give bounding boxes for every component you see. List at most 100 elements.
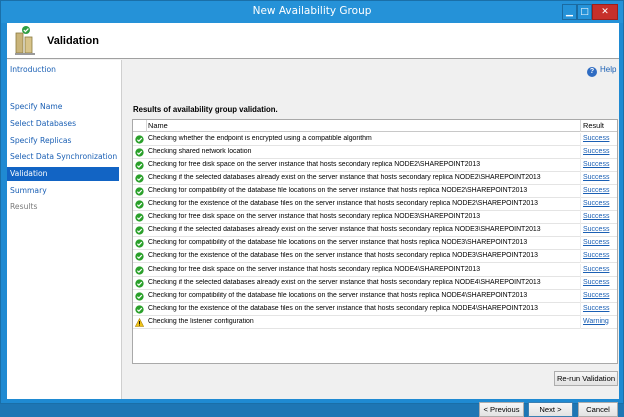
help-link[interactable]: ? Help (587, 65, 616, 77)
table-row[interactable]: Checking for the existence of the databa… (133, 302, 617, 316)
nav-item-select-databases[interactable]: Select Databases (7, 117, 119, 131)
column-header-name[interactable]: Name (148, 121, 168, 130)
nav-item-summary[interactable]: Summary (7, 184, 119, 198)
row-result-link[interactable]: Success (583, 266, 609, 273)
close-button[interactable]: ✕ (592, 4, 618, 20)
column-separator (580, 211, 581, 225)
row-result-link[interactable]: Success (583, 292, 609, 299)
column-separator (580, 224, 581, 238)
column-separator (580, 237, 581, 251)
row-name: Checking for the existence of the databa… (148, 200, 538, 208)
column-separator (580, 172, 581, 186)
wizard-navigation: Introduction Specify Name Select Databas… (7, 60, 122, 399)
success-check-icon (135, 174, 144, 183)
maximize-button[interactable]: □ (577, 4, 592, 20)
page-title: Validation (47, 35, 99, 47)
row-name: Checking for free disk space on the serv… (148, 161, 481, 169)
nav-item-results: Results (10, 202, 38, 211)
column-separator (580, 198, 581, 212)
table-row[interactable]: Checking shared network location Success (133, 146, 617, 160)
nav-item-specify-replicas[interactable]: Specify Replicas (7, 134, 119, 148)
main-panel: ? Help Results of availability group vali… (123, 60, 619, 417)
rerun-validation-button[interactable]: Re-run Validation (554, 371, 618, 386)
success-check-icon (135, 291, 144, 301)
next-button[interactable]: Next > (528, 402, 573, 417)
cancel-button[interactable]: Cancel (578, 402, 618, 417)
row-name: Checking for free disk space on the serv… (148, 265, 481, 273)
row-result-link[interactable]: Success (583, 200, 609, 207)
column-separator (146, 120, 147, 132)
row-result-link[interactable]: Success (583, 252, 609, 259)
help-icon: ? (587, 67, 597, 77)
row-name: Checking whether the endpoint is encrypt… (148, 135, 372, 142)
success-check-icon (135, 239, 144, 249)
success-check-icon (135, 187, 144, 196)
nav-item-validation[interactable]: Validation (7, 167, 119, 181)
window-title: New Availability Group (252, 5, 372, 17)
column-separator (580, 185, 581, 199)
table-row[interactable]: Checking for free disk space on the serv… (133, 263, 617, 277)
row-name: Checking for the existence of the databa… (148, 252, 538, 260)
success-check-icon (135, 278, 144, 288)
nav-item-specify-name[interactable]: Specify Name (7, 100, 119, 114)
previous-button[interactable]: < Previous (479, 402, 524, 417)
table-row[interactable]: Checking for the existence of the databa… (133, 250, 617, 264)
table-row[interactable]: Checking for free disk space on the serv… (133, 159, 617, 173)
row-name: Checking for compatibility of the databa… (148, 291, 528, 299)
column-separator (580, 276, 581, 290)
row-name: Checking for compatibility of the databa… (148, 239, 528, 247)
column-separator (580, 302, 581, 316)
wizard-page-icon (15, 26, 35, 55)
row-name: Checking the listener configuration (148, 317, 254, 325)
row-result-link[interactable]: Success (583, 148, 609, 155)
success-check-icon (135, 226, 144, 235)
section-label: Results of availability group validation… (133, 105, 278, 114)
row-result-link[interactable]: Success (583, 135, 609, 142)
column-separator (580, 146, 581, 160)
row-result-link[interactable]: Success (583, 239, 609, 246)
title-bar[interactable]: New Availability Group ▁ □ ✕ (1, 1, 623, 23)
grid-header: Name Result (133, 120, 617, 132)
row-result-link[interactable]: Success (583, 279, 609, 286)
table-row[interactable]: Checking for compatibility of the databa… (133, 237, 617, 251)
success-check-icon (135, 252, 144, 262)
success-check-icon (135, 161, 144, 170)
row-result-link[interactable]: Success (583, 305, 609, 312)
column-separator (580, 263, 581, 277)
row-result-link[interactable]: Success (583, 213, 609, 220)
table-row[interactable]: Checking if the selected databases alrea… (133, 276, 617, 290)
column-separator (580, 159, 581, 173)
row-name: Checking if the selected databases alrea… (148, 226, 541, 234)
minimize-button[interactable]: ▁ (562, 4, 577, 20)
table-row[interactable]: Checking for free disk space on the serv… (133, 211, 617, 225)
validation-results-grid[interactable]: Name Result Checking whether the endpoin… (132, 119, 618, 364)
table-row[interactable]: Checking for compatibility of the databa… (133, 185, 617, 199)
table-row[interactable]: Checking if the selected databases alrea… (133, 172, 617, 186)
success-check-icon (135, 200, 144, 209)
table-row[interactable]: Checking for the existence of the databa… (133, 198, 617, 212)
column-separator (580, 120, 581, 132)
row-result-link[interactable]: Success (583, 174, 609, 181)
success-check-icon (135, 213, 144, 222)
row-name: Checking for the existence of the databa… (148, 304, 538, 312)
success-check-icon (135, 148, 144, 157)
row-result-link[interactable]: Success (583, 187, 609, 194)
success-check-icon (135, 265, 144, 275)
success-check-icon (135, 135, 144, 144)
table-row[interactable]: Checking whether the endpoint is encrypt… (133, 133, 617, 146)
column-separator (580, 133, 581, 146)
table-row[interactable]: Checking if the selected databases alrea… (133, 224, 617, 238)
row-name: Checking for compatibility of the databa… (148, 187, 528, 195)
column-separator (580, 315, 581, 329)
table-row[interactable]: Checking the listener configuration Warni… (133, 315, 617, 329)
column-header-result[interactable]: Result (583, 121, 604, 130)
row-result-link[interactable]: Success (583, 161, 609, 168)
row-result-link[interactable]: Success (583, 226, 609, 233)
row-name: Checking if the selected databases alrea… (148, 174, 541, 182)
row-name: Checking if the selected databases alrea… (148, 278, 541, 286)
nav-item-introduction[interactable]: Introduction (7, 63, 119, 77)
row-name: Checking for free disk space on the serv… (148, 213, 481, 221)
nav-item-select-data-synchronization[interactable]: Select Data Synchronization (7, 150, 119, 164)
row-result-link[interactable]: Warning (583, 318, 609, 325)
table-row[interactable]: Checking for compatibility of the databa… (133, 289, 617, 303)
